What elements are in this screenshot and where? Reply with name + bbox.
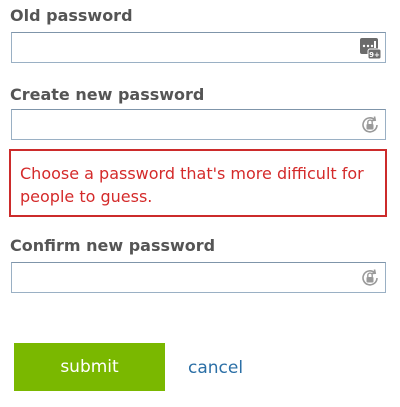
keyboard-badge-count: 9+ — [369, 51, 380, 59]
password-strength-error: Choose a password that's more difficult … — [9, 149, 387, 217]
new-password-label: Create new password — [10, 85, 205, 104]
confirm-password-label: Confirm new password — [10, 236, 216, 255]
cancel-link[interactable]: cancel — [188, 356, 243, 380]
password-reveal-icon[interactable] — [359, 114, 381, 136]
confirm-password-input[interactable] — [12, 263, 352, 292]
new-password-input[interactable] — [12, 110, 352, 139]
submit-button[interactable]: submit — [14, 343, 165, 391]
password-reveal-icon[interactable] — [359, 267, 381, 289]
old-password-field[interactable]: 9+ — [11, 32, 386, 63]
new-password-field[interactable] — [11, 109, 386, 140]
old-password-input[interactable] — [12, 33, 352, 62]
old-password-label: Old password — [10, 6, 133, 25]
keyboard-badge-icon[interactable]: 9+ — [359, 37, 382, 60]
confirm-password-field[interactable] — [11, 262, 386, 293]
